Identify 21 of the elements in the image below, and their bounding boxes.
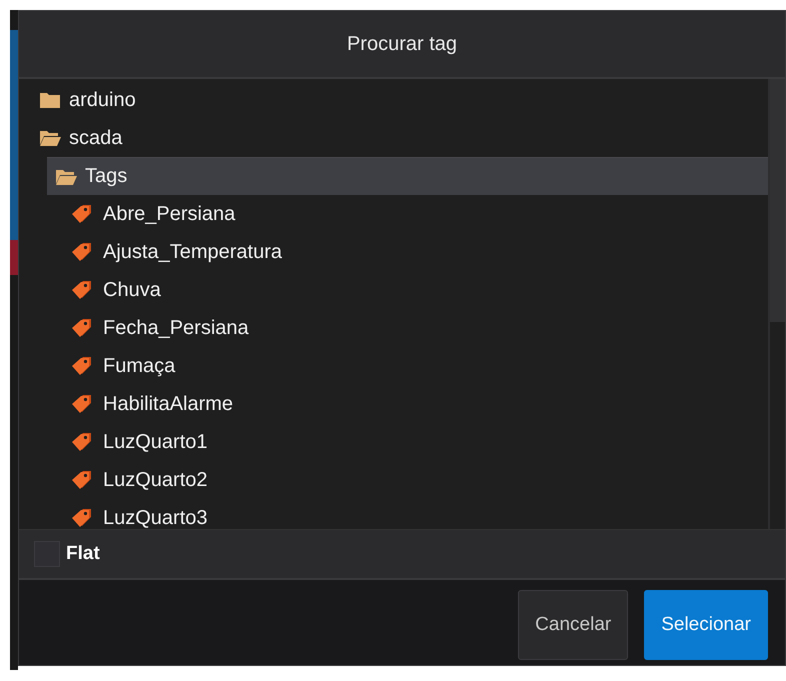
dialog-title: Procurar tag [346, 32, 458, 56]
folder-item[interactable]: Tags [47, 157, 768, 195]
tag-item[interactable]: HabilitaAlarme [71, 385, 768, 423]
tag-item[interactable]: LuzQuarto1 [71, 423, 768, 461]
folder-icon [39, 91, 61, 109]
scrollbar[interactable] [768, 79, 785, 529]
tag-item[interactable]: Abre_Persiana [71, 195, 768, 233]
select-button[interactable]: Selecionar [644, 590, 768, 660]
tag-item[interactable]: LuzQuarto2 [71, 461, 768, 499]
open-folder-icon [55, 168, 77, 186]
cancel-button[interactable]: Cancelar [518, 590, 628, 660]
flat-label: Flat [66, 543, 100, 565]
tag-item[interactable]: Fumaça [71, 347, 768, 385]
open-folder-icon [39, 129, 61, 147]
folder-item[interactable]: arduino [39, 81, 768, 119]
scrollbar-thumb[interactable] [770, 79, 785, 322]
tag-item[interactable]: Chuva [71, 271, 768, 309]
tag-item[interactable]: LuzQuarto3 [71, 499, 768, 529]
tag-item[interactable]: Ajusta_Temperatura [71, 233, 768, 271]
tag-item[interactable]: Fecha_Persiana [71, 309, 768, 347]
folder-item[interactable]: scada [39, 119, 768, 157]
